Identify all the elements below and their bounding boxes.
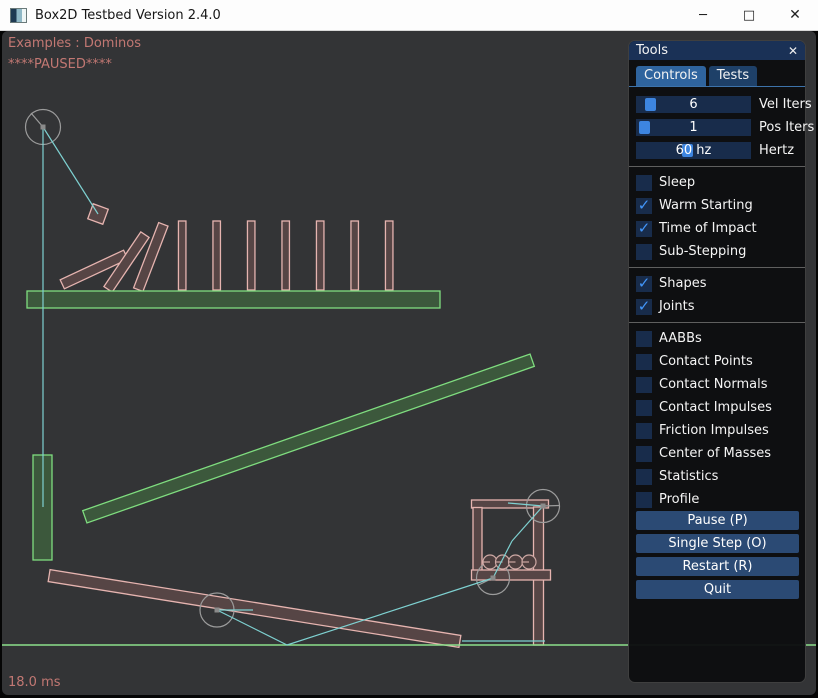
separator	[629, 166, 805, 167]
checkbox-box[interactable]	[636, 354, 652, 370]
app-icon	[10, 8, 27, 23]
platform	[27, 291, 440, 308]
checkbox-friction-impulses[interactable]: Friction Impulses	[636, 419, 798, 442]
checkbox-label: Joints	[659, 299, 695, 314]
checkbox-joints[interactable]: ✓ Joints	[636, 295, 798, 318]
button-restart-r[interactable]: Restart (R)	[636, 557, 799, 576]
slider-label: Vel Iters	[759, 97, 812, 112]
checkbox-label: Statistics	[659, 469, 718, 484]
tabbar: ControlsTests	[629, 60, 805, 87]
checkbox-box[interactable]: ✓	[636, 276, 652, 292]
checkbox-box[interactable]: ✓	[636, 299, 652, 315]
checkbox-box[interactable]	[636, 331, 652, 347]
body-origin-dot	[491, 576, 496, 581]
checkbox-sleep[interactable]: Sleep	[636, 171, 798, 194]
slider-track[interactable]: 6	[636, 96, 751, 113]
body-origin-dot	[215, 608, 220, 613]
checkbox-box[interactable]	[636, 175, 652, 191]
ramp	[83, 354, 535, 523]
maximize-button[interactable]: □	[726, 0, 772, 31]
slider-value: 1	[636, 119, 751, 136]
checkbox-label: Contact Impulses	[659, 400, 772, 415]
separator	[629, 322, 805, 323]
checkbox-label: Profile	[659, 492, 699, 507]
checkbox-warm-starting[interactable]: ✓ Warm Starting	[636, 194, 798, 217]
checkbox-box[interactable]	[636, 377, 652, 393]
slider-hertz[interactable]: 60 hz Hertz	[636, 139, 798, 162]
body-origin-dot	[541, 504, 546, 509]
checkbox-time-of-impact[interactable]: ✓ Time of Impact	[636, 217, 798, 240]
frame-time-label: 18.0 ms	[8, 675, 61, 690]
checkbox-box[interactable]	[636, 423, 652, 439]
standing-domino	[385, 221, 393, 290]
close-icon[interactable]: ✕	[788, 45, 798, 57]
button-single-step-o[interactable]: Single Step (O)	[636, 534, 799, 553]
tab-tests[interactable]: Tests	[709, 66, 757, 86]
checkbox-label: Time of Impact	[659, 221, 757, 236]
panel-body: 6Vel Iters1Pos Iters 60 hz Hertz Sleep ✓ Warm…	[629, 87, 805, 599]
slider-label: Pos Iters	[759, 120, 814, 135]
checkbox-sub-stepping[interactable]: Sub-Stepping	[636, 240, 798, 263]
standing-domino	[213, 221, 221, 290]
checkbox-label: AABBs	[659, 331, 702, 346]
slider-label: Hertz	[759, 143, 794, 158]
checkbox-box[interactable]: ✓	[636, 198, 652, 214]
standing-domino	[282, 221, 290, 290]
checkbox-label: Sub-Stepping	[659, 244, 746, 259]
checkbox-contact-impulses[interactable]: Contact Impulses	[636, 396, 798, 419]
app-window: Box2D Testbed Version 2.4.0 ─□✕ Examples…	[0, 0, 818, 698]
checkbox-center-of-masses[interactable]: Center of Masses	[636, 442, 798, 465]
checkbox-label: Center of Masses	[659, 446, 771, 461]
standing-domino	[247, 221, 255, 290]
checkbox-profile[interactable]: Profile	[636, 488, 798, 511]
button-quit[interactable]: Quit	[636, 580, 799, 599]
slider-track[interactable]: 1	[636, 119, 751, 136]
joint-line	[43, 127, 98, 214]
window-title: Box2D Testbed Version 2.4.0	[35, 8, 221, 23]
checkbox-label: Friction Impulses	[659, 423, 769, 438]
cradle-left-post	[473, 508, 482, 574]
checkbox-box[interactable]	[636, 446, 652, 462]
checkbox-box[interactable]: ✓	[636, 221, 652, 237]
checkbox-aabbs[interactable]: AABBs	[636, 327, 798, 350]
close-button[interactable]: ✕	[772, 0, 818, 31]
standing-domino	[178, 221, 186, 290]
slider-pos-iters[interactable]: 1Pos Iters	[636, 116, 798, 139]
window-controls: ─□✕	[680, 0, 818, 31]
checkbox-label: Contact Points	[659, 354, 753, 369]
checkbox-contact-normals[interactable]: Contact Normals	[636, 373, 798, 396]
checkbox-shapes[interactable]: ✓ Shapes	[636, 272, 798, 295]
checkbox-statistics[interactable]: Statistics	[636, 465, 798, 488]
fallen-domino	[134, 223, 168, 292]
checkbox-label: Shapes	[659, 276, 706, 291]
example-label: Examples : Dominos	[8, 36, 141, 51]
tools-panel: Tools ✕ ControlsTests 6Vel Iters1Pos Ite…	[628, 40, 806, 683]
minimize-button[interactable]: ─	[680, 0, 726, 31]
tools-panel-title: Tools	[636, 43, 668, 58]
checkbox-box[interactable]	[636, 492, 652, 508]
checkbox-label: Warm Starting	[659, 198, 753, 213]
scene-area: Examples : Dominos ****PAUSED**** 18.0 m…	[2, 31, 816, 695]
separator	[629, 267, 805, 268]
standing-domino	[316, 221, 324, 290]
checkbox-contact-points[interactable]: Contact Points	[636, 350, 798, 373]
tab-controls[interactable]: Controls	[636, 66, 706, 86]
cradle-shelf	[472, 570, 551, 580]
checkbox-label: Sleep	[659, 175, 695, 190]
body-origin-dot	[41, 125, 46, 130]
checkbox-label: Contact Normals	[659, 377, 768, 392]
button-pause-p[interactable]: Pause (P)	[636, 511, 799, 530]
checkbox-box[interactable]	[636, 400, 652, 416]
slider-value: 6	[636, 96, 751, 113]
slider-track[interactable]: 60 hz	[636, 142, 751, 159]
standing-domino	[351, 221, 359, 290]
checkbox-box[interactable]	[636, 244, 652, 260]
tools-panel-header[interactable]: Tools ✕	[629, 41, 805, 60]
slider-vel-iters[interactable]: 6Vel Iters	[636, 93, 798, 116]
checkbox-box[interactable]	[636, 469, 652, 485]
slider-value: 60 hz	[636, 142, 751, 159]
titlebar: Box2D Testbed Version 2.4.0 ─□✕	[0, 0, 818, 31]
paused-status: ****PAUSED****	[8, 57, 112, 72]
